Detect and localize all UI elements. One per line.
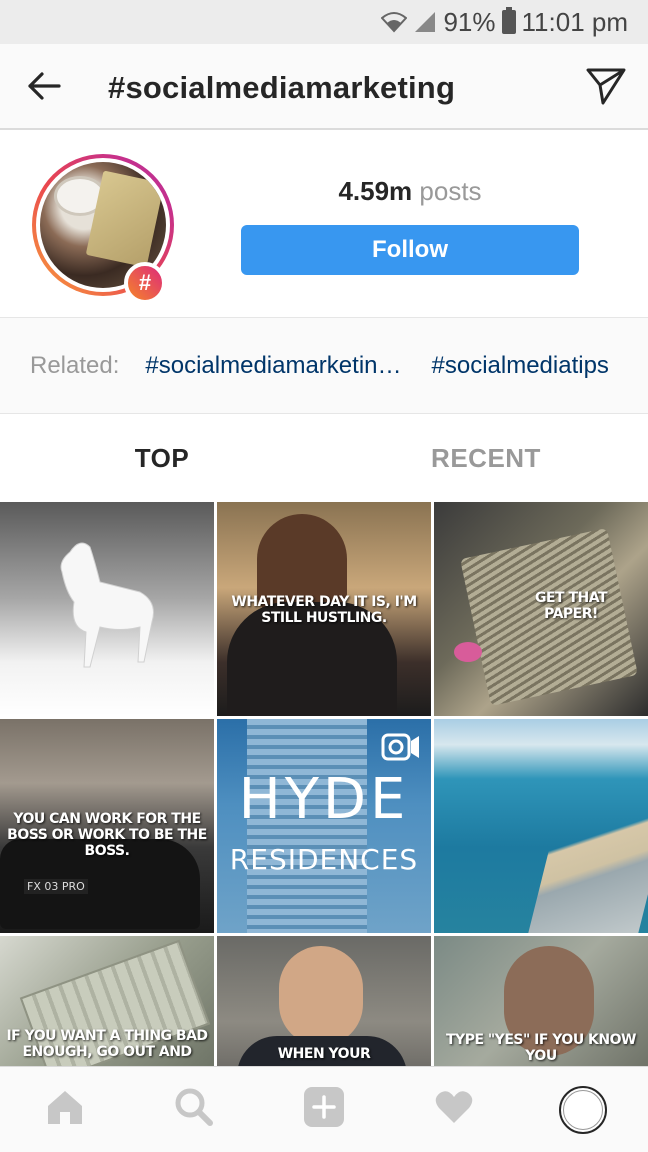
post-caption: WHATEVER DAY IT IS, I'M STILL HUSTLING. — [231, 594, 417, 626]
grid-post-4[interactable]: YOU CAN WORK FOR THE BOSS OR WORK TO BE … — [0, 719, 214, 933]
nav-home[interactable] — [35, 1080, 95, 1140]
nav-add-post[interactable] — [294, 1080, 354, 1140]
post-tabs: TOP RECENT — [0, 414, 648, 502]
follow-button[interactable]: Follow — [241, 225, 579, 275]
posts-count: 4.59m posts — [240, 176, 580, 207]
grid-post-8[interactable]: WHEN YOUR — [217, 936, 431, 1066]
related-tag-2[interactable]: #socialmediatips — [432, 352, 609, 380]
grid-post-7[interactable]: IF YOU WANT A THING BAD ENOUGH, GO OUT A… — [0, 936, 214, 1066]
post-caption: GET THAT PAPER! — [534, 590, 608, 622]
post-caption-subtitle: RESIDENCES — [229, 843, 419, 876]
related-tag-1[interactable]: #socialmediamarketin… — [145, 352, 401, 380]
license-plate: FX 03 PRO — [24, 879, 88, 894]
back-button[interactable] — [22, 66, 66, 110]
wifi-icon — [381, 11, 408, 33]
profile-avatar — [559, 1085, 608, 1134]
tab-top[interactable]: TOP — [0, 414, 324, 502]
battery-percent: 91% — [443, 6, 496, 37]
paper-plane-icon — [585, 66, 627, 111]
nav-profile[interactable] — [553, 1080, 613, 1140]
grid-post-5[interactable]: HYDE RESIDENCES — [217, 719, 431, 933]
post-caption: IF YOU WANT A THING BAD ENOUGH, GO OUT A… — [6, 1028, 208, 1060]
home-icon — [45, 1088, 85, 1131]
nav-search[interactable] — [164, 1080, 224, 1140]
grid-post-1[interactable] — [0, 502, 214, 716]
post-caption: YOU CAN WORK FOR THE BOSS OR WORK TO BE … — [7, 811, 207, 859]
post-caption: TYPE "YES" IF YOU KNOW YOU — [446, 1032, 636, 1064]
search-icon — [174, 1087, 214, 1132]
hashtag-badge-icon: # — [124, 262, 166, 304]
related-label: Related: — [30, 351, 120, 379]
post-caption-title: HYDE — [238, 767, 410, 832]
grid-post-3[interactable]: GET THAT PAPER! — [434, 502, 648, 716]
fingernail-shape — [454, 642, 482, 662]
posts-number: 4.59m — [338, 176, 413, 206]
post-grid: WHATEVER DAY IT IS, I'M STILL HUSTLING. … — [0, 502, 648, 1066]
horse-image — [60, 542, 154, 668]
heart-icon — [434, 1089, 474, 1130]
battery-icon — [501, 7, 516, 34]
post-caption: WHEN YOUR — [277, 1046, 371, 1062]
grid-post-2[interactable]: WHATEVER DAY IT IS, I'M STILL HUSTLING. — [217, 502, 431, 716]
bottom-navigation — [0, 1066, 648, 1152]
person-head-shape — [279, 946, 363, 1046]
profile-avatar-image — [563, 1089, 604, 1130]
hashtag-profile: # 4.59m posts Follow — [0, 132, 648, 318]
nav-activity[interactable] — [424, 1080, 484, 1140]
video-icon — [381, 731, 421, 763]
grid-post-6[interactable] — [434, 719, 648, 933]
signal-icon — [413, 10, 437, 34]
page-title: #socialmediamarketing — [108, 70, 456, 105]
coastline-shape — [524, 759, 648, 933]
back-arrow-icon — [27, 71, 61, 106]
direct-share-button[interactable] — [582, 64, 630, 112]
related-hashtags: Related: #socialmediamarketin… #socialme… — [0, 318, 648, 414]
tab-recent[interactable]: RECENT — [324, 414, 648, 502]
app-header: #socialmediamarketing — [0, 44, 648, 130]
grid-post-9[interactable]: TYPE "YES" IF YOU KNOW YOU — [434, 936, 648, 1066]
clock: 11:01 pm — [521, 6, 628, 37]
add-post-icon — [302, 1085, 346, 1134]
status-bar: 91% 11:01 pm — [0, 0, 648, 44]
posts-label: posts — [419, 176, 482, 206]
